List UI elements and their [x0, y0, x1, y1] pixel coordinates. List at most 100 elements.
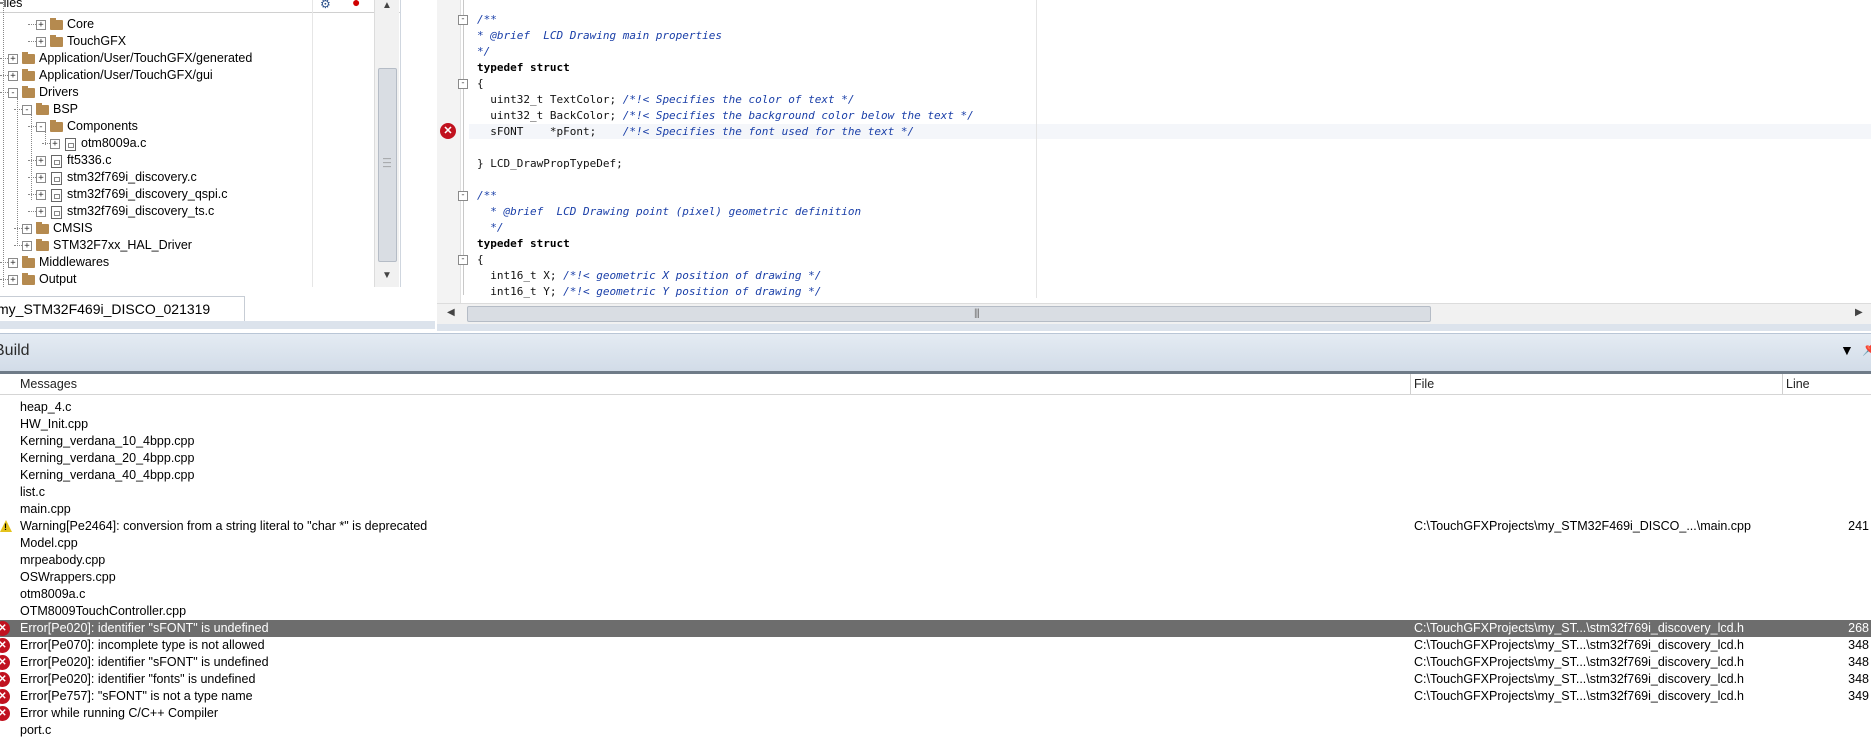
expand-icon[interactable]: + — [8, 258, 18, 268]
build-message-row[interactable]: port.c — [0, 722, 1871, 739]
message-line-number: 268 — [1848, 621, 1869, 635]
workspace-tab[interactable]: my_STM32F469i_DISCO_021319 — [0, 296, 245, 322]
pin-icon[interactable]: 📌 — [1862, 340, 1871, 357]
code-line[interactable]: typedef struct — [477, 60, 570, 76]
editor-splitter[interactable] — [437, 324, 1871, 331]
column-divider[interactable] — [1782, 374, 1783, 394]
column-header-messages[interactable]: Messages — [20, 377, 77, 391]
tree-scrollbar-thumb[interactable]: — — — — [378, 68, 397, 262]
code-line[interactable]: uint32_t TextColor; /*!< Specifies the c… — [477, 92, 854, 108]
tree-folder[interactable]: + TouchGFX — [0, 33, 310, 50]
folder-icon — [22, 69, 35, 81]
code-line[interactable]: int16_t Y; /*!< geometric Y position of … — [477, 284, 821, 300]
build-message-row[interactable]: otm8009a.c — [0, 586, 1871, 603]
expand-icon[interactable]: + — [36, 207, 46, 217]
code-line[interactable]: * @brief LCD Drawing main properties — [477, 28, 722, 44]
build-message-row[interactable]: list.c — [0, 484, 1871, 501]
dropdown-arrow-icon[interactable]: ▼ — [1840, 342, 1854, 358]
tree-file[interactable]: + otm8009a.c — [0, 135, 310, 152]
tree-folder[interactable]: - BSP — [0, 101, 310, 118]
code-line[interactable]: */ — [477, 220, 503, 236]
build-message-row[interactable]: HW_Init.cpp — [0, 416, 1871, 433]
panel-splitter[interactable] — [0, 321, 435, 329]
fold-collapse-icon[interactable]: - — [458, 15, 468, 25]
column-header-file[interactable]: File — [1414, 377, 1434, 391]
expand-icon[interactable]: + — [8, 54, 18, 64]
folder-icon — [22, 52, 35, 64]
tree-vertical-scrollbar[interactable]: ▲ — — — ▼ — [374, 0, 399, 287]
tree-folder[interactable]: - Components — [0, 118, 310, 135]
expand-icon[interactable]: + — [36, 173, 46, 183]
expand-icon[interactable]: + — [36, 20, 46, 30]
code-line[interactable]: uint32_t BackColor; /*!< Specifies the b… — [477, 108, 973, 124]
scroll-up-arrow-icon[interactable]: ▲ — [382, 0, 392, 11]
message-line-number: 348 — [1848, 655, 1869, 669]
code-line[interactable]: int16_t X; /*!< geometric X position of … — [477, 268, 821, 284]
code-line[interactable]: } LCD_DrawPropTypeDef; — [477, 156, 623, 172]
tree-folder[interactable]: - Drivers — [0, 84, 310, 101]
build-message-row[interactable]: Error[Pe757]: "sFONT" is not a type name… — [0, 688, 1871, 705]
fold-collapse-icon[interactable]: - — [458, 255, 468, 265]
error-icon — [0, 655, 11, 670]
tree-file[interactable]: + stm32f769i_discovery_qspi.c — [0, 186, 310, 203]
expand-icon[interactable]: + — [22, 224, 32, 234]
editor-horizontal-scrollbar[interactable]: ◀ ||| ▶ — [437, 303, 1871, 324]
scroll-down-arrow-icon[interactable]: ▼ — [382, 270, 392, 281]
code-line[interactable]: * @brief LCD Drawing point (pixel) geome… — [477, 204, 861, 220]
build-message-row[interactable]: OSWrappers.cpp — [0, 569, 1871, 586]
tree-folder[interactable]: + Application/User/TouchGFX/generated — [0, 50, 310, 67]
tree-file[interactable]: + ft5336.c — [0, 152, 310, 169]
code-line[interactable]: */ — [477, 44, 490, 60]
code-line[interactable]: sFONT *pFont; /*!< Specifies the font us… — [477, 124, 914, 140]
code-line[interactable]: /** — [477, 12, 497, 28]
expand-icon[interactable]: + — [36, 190, 46, 200]
build-message-row[interactable]: Kerning_verdana_20_4bpp.cpp — [0, 450, 1871, 467]
expand-icon[interactable]: + — [8, 71, 18, 81]
build-message-row[interactable]: Error[Pe020]: identifier "sFONT" is unde… — [0, 620, 1871, 637]
scroll-right-arrow-icon[interactable]: ▶ — [1855, 307, 1863, 318]
fold-collapse-icon[interactable]: - — [458, 79, 468, 89]
scroll-left-arrow-icon[interactable]: ◀ — [447, 307, 455, 318]
column-header-line[interactable]: Line — [1786, 377, 1810, 391]
build-message-row[interactable]: Error while running C/C++ Compiler — [0, 705, 1871, 722]
code-line[interactable]: { — [477, 76, 484, 92]
code-line[interactable]: /** — [477, 188, 497, 204]
message-line-number: 348 — [1848, 638, 1869, 652]
tree-folder[interactable]: + STM32F7xx_HAL_Driver — [0, 237, 310, 254]
tree-connector — [28, 194, 36, 195]
expand-icon[interactable]: + — [22, 241, 32, 251]
editor-scrollbar-thumb[interactable]: ||| — [467, 306, 1431, 322]
expand-icon[interactable]: + — [36, 156, 46, 166]
expand-icon[interactable]: + — [8, 275, 18, 285]
column-divider[interactable] — [1410, 374, 1411, 394]
build-message-row[interactable]: Kerning_verdana_40_4bpp.cpp — [0, 467, 1871, 484]
error-marker-icon[interactable]: ✕ — [440, 123, 456, 139]
tree-folder[interactable]: + CMSIS — [0, 220, 310, 237]
build-message-row[interactable]: mrpeabody.cpp — [0, 552, 1871, 569]
build-message-row[interactable]: main.cpp — [0, 501, 1871, 518]
expand-icon[interactable]: + — [36, 37, 46, 47]
tree-folder[interactable]: + Middlewares — [0, 254, 310, 271]
build-message-row[interactable]: OTM8009TouchController.cpp — [0, 603, 1871, 620]
build-message-row[interactable]: Kerning_verdana_10_4bpp.cpp — [0, 433, 1871, 450]
record-icon[interactable]: ● — [352, 0, 360, 10]
tree-folder[interactable]: + Application/User/TouchGFX/gui — [0, 67, 310, 84]
build-message-row[interactable]: heap_4.c — [0, 399, 1871, 416]
message-file: C:\TouchGFXProjects\my_ST...\stm32f769i_… — [1414, 655, 1744, 669]
build-message-row[interactable]: Model.cpp — [0, 535, 1871, 552]
build-message-row[interactable]: Warning[Pe2464]: conversion from a strin… — [0, 518, 1871, 535]
code-editor[interactable] — [437, 0, 1871, 303]
build-message-row[interactable]: Error[Pe020]: identifier "fonts" is unde… — [0, 671, 1871, 688]
expand-icon[interactable]: + — [50, 139, 60, 149]
code-line[interactable]: typedef struct — [477, 236, 570, 252]
tree-folder[interactable]: + Output — [0, 271, 310, 287]
fold-collapse-icon[interactable]: - — [458, 191, 468, 201]
collapse-icon[interactable]: - — [8, 88, 18, 98]
gear-icon[interactable]: ⚙ — [320, 0, 331, 11]
build-message-row[interactable]: Error[Pe070]: incomplete type is not all… — [0, 637, 1871, 654]
tree-file[interactable]: + stm32f769i_discovery_ts.c — [0, 203, 310, 220]
tree-file[interactable]: + stm32f769i_discovery.c — [0, 169, 310, 186]
code-line[interactable]: { — [477, 252, 484, 268]
tree-folder[interactable]: + Core — [0, 16, 310, 33]
build-message-row[interactable]: Error[Pe020]: identifier "sFONT" is unde… — [0, 654, 1871, 671]
